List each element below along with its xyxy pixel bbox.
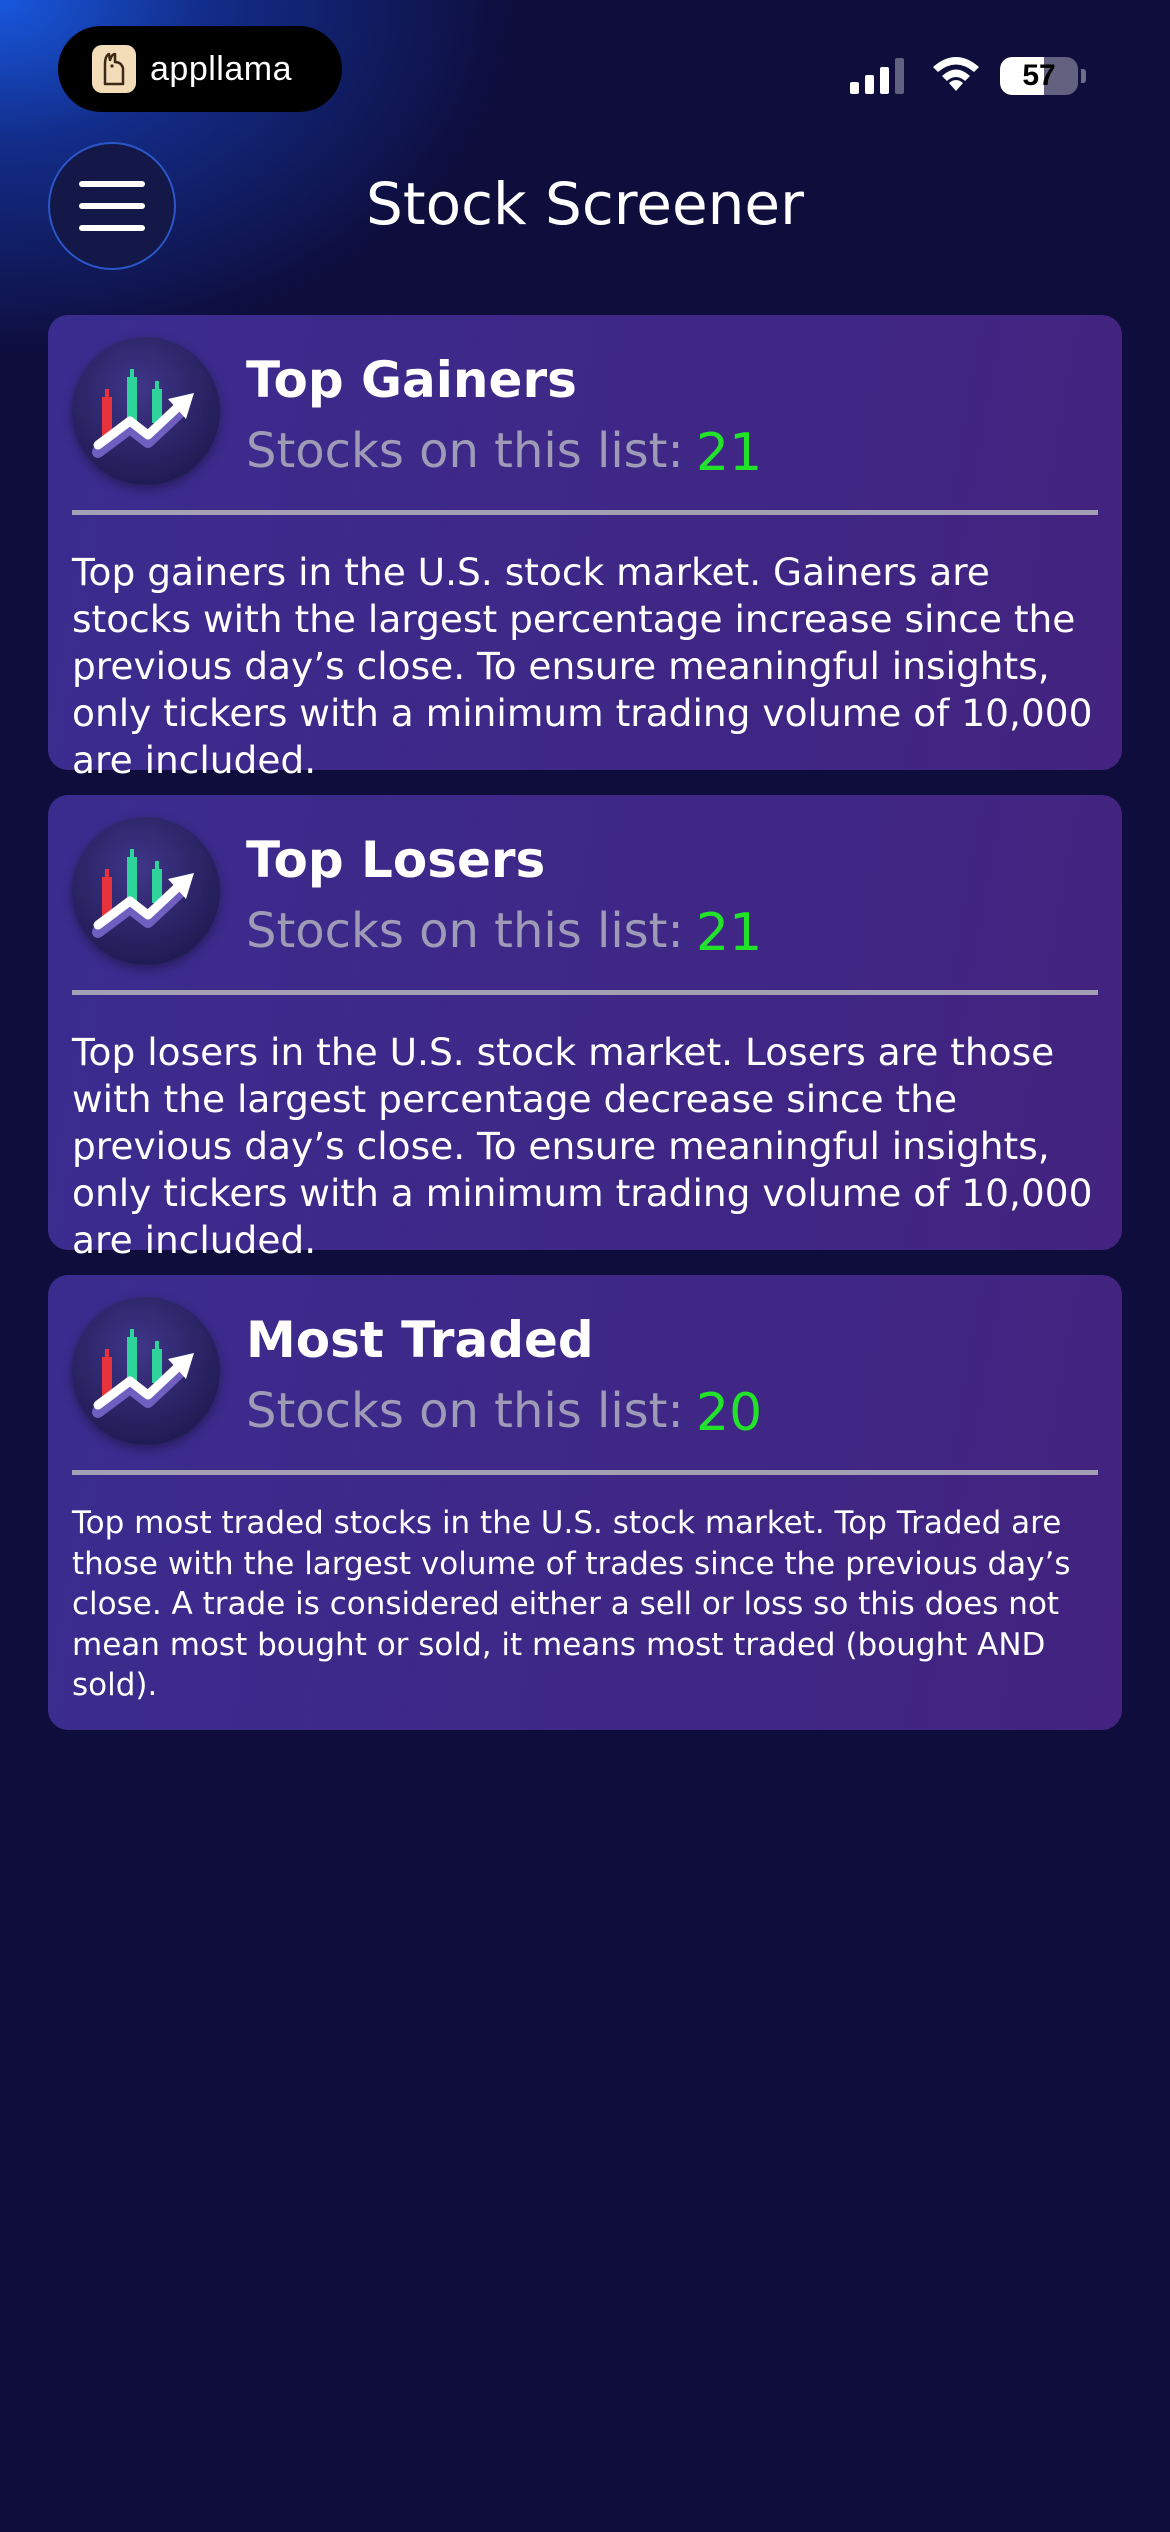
card-divider: [72, 1470, 1098, 1475]
card-divider: [72, 510, 1098, 515]
battery-tip: [1081, 69, 1086, 83]
status-icons: 57: [850, 52, 1086, 100]
cellular-signal-icon: [850, 58, 910, 94]
screener-card-most-traded[interactable]: Most Traded Stocks on this list: 20 Top …: [48, 1275, 1122, 1730]
battery-percentage: 57: [1022, 59, 1056, 92]
wifi-icon: [930, 55, 982, 98]
card-title: Most Traded: [246, 1311, 594, 1369]
stocks-count-value: 20: [696, 1383, 763, 1443]
app-badge-label: appllama: [150, 49, 292, 88]
stock-chart-icon: [72, 817, 220, 965]
screener-card-top-losers[interactable]: Top Losers Stocks on this list: 21 Top l…: [48, 795, 1122, 1262]
battery-icon: 57: [1000, 57, 1078, 95]
card-title: Top Gainers: [246, 351, 577, 409]
llama-logo-icon: [92, 45, 136, 93]
stocks-count-label: Stocks on this list:: [246, 423, 684, 479]
stock-chart-icon: [72, 1297, 220, 1445]
card-title: Top Losers: [246, 831, 546, 889]
card-description: Top most traded stocks in the U.S. stock…: [72, 1505, 1071, 1703]
page-title: Stock Screener: [366, 170, 804, 238]
stocks-count-label: Stocks on this list:: [246, 1383, 684, 1439]
stocks-count-value: 21: [696, 903, 763, 963]
card-description: Top losers in the U.S. stock market. Los…: [72, 1030, 1093, 1262]
stocks-count-value: 21: [696, 423, 763, 483]
screener-card-top-gainers[interactable]: Top Gainers Stocks on this list: 21 Top …: [48, 315, 1122, 782]
app-badge-pill[interactable]: appllama: [58, 26, 342, 112]
stock-chart-icon: [72, 337, 220, 485]
stocks-count-label: Stocks on this list:: [246, 903, 684, 959]
card-description: Top gainers in the U.S. stock market. Ga…: [72, 550, 1093, 782]
card-divider: [72, 990, 1098, 995]
